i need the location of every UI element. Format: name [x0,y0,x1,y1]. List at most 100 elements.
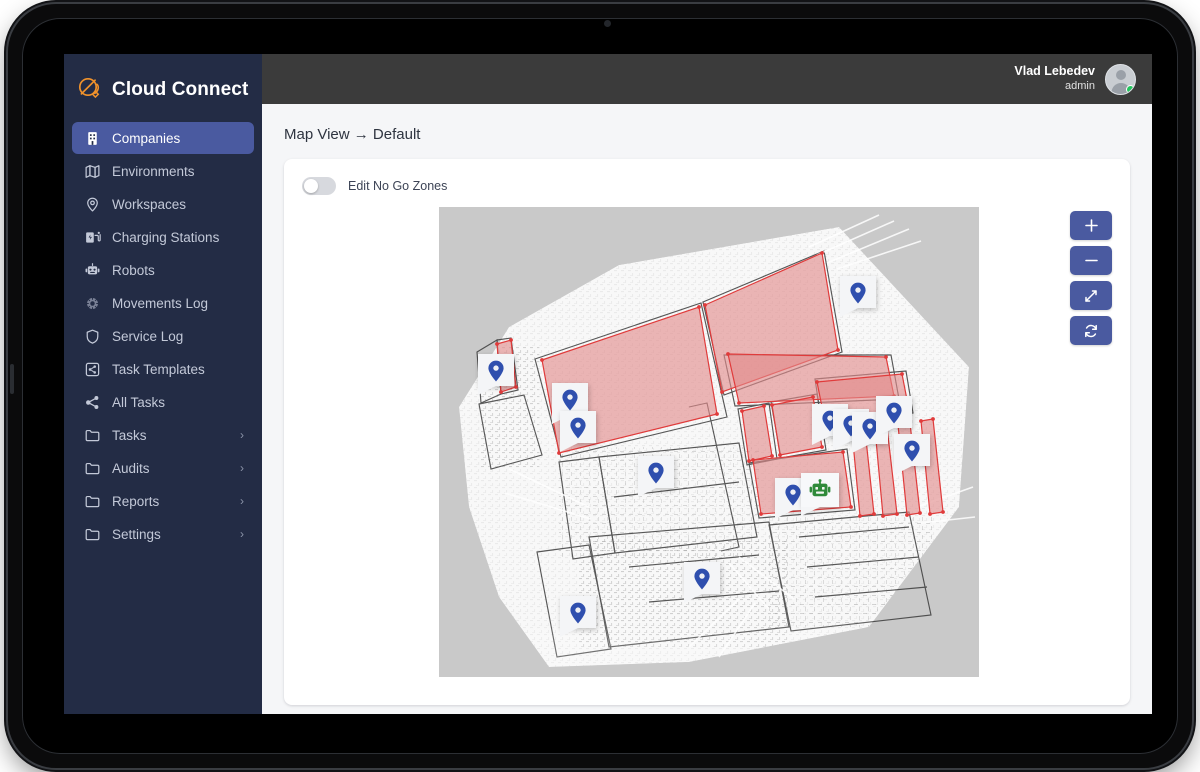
brand-logo[interactable]: Cloud Connect [64,68,262,112]
nogo-zone-vertex-handle[interactable] [759,512,763,516]
nogo-zone-vertex-handle[interactable] [715,412,719,416]
folder-icon [82,524,102,544]
nogo-zone-vertex-handle[interactable] [918,511,922,515]
waypoint-marker-3[interactable] [560,411,596,452]
folder-icon [82,458,102,478]
sidebar-item-label: Audits [112,460,150,476]
nogo-zone-vertex-handle[interactable] [905,513,909,517]
waypoint-marker-1[interactable] [478,354,514,395]
nogo-zone-vertex-handle[interactable] [762,404,766,408]
front-camera-icon [604,20,611,27]
nogo-zone-vertex-handle[interactable] [726,352,730,356]
brand-title: Cloud Connect [112,79,249,100]
sidebar-item-environments[interactable]: Environments [72,155,254,187]
map-pin-icon [784,484,802,506]
sidebar-nav: Companies Environments Workspaces Charging … [64,122,262,550]
refresh-button[interactable] [1070,316,1112,345]
sidebar-item-task-templates[interactable]: Task Templates [72,353,254,385]
online-status-indicator [1126,84,1135,94]
sidebar-item-label: All Tasks [112,394,166,410]
waypoint-marker-10[interactable] [894,434,930,475]
nogo-zone-vertex-handle[interactable] [931,417,935,421]
sidebar-item-companies[interactable]: Companies [72,122,254,154]
sidebar-item-audits[interactable]: Audits › [72,452,254,484]
waypoint-marker-13[interactable] [560,596,596,637]
nogo-zone-vertex-handle[interactable] [540,358,544,362]
device-side-button[interactable] [10,364,14,394]
sidebar-item-label: Charging Stations [112,229,220,245]
map-pin-icon [885,402,903,424]
nogo-zone-vertex-handle[interactable] [858,514,862,518]
nogo-zone-vertex-handle[interactable] [900,372,904,376]
nogo-zone-vertex-handle[interactable] [770,454,774,458]
sidebar-item-all-tasks[interactable]: All Tasks [72,386,254,418]
nogo-zone-vertex-handle[interactable] [495,342,499,346]
map-pin-icon [487,360,505,382]
user-info: Vlad Lebedev admin [1014,64,1095,93]
nogo-zone-vertex-handle[interactable] [751,458,755,462]
edit-nogo-zones-toggle[interactable] [302,177,336,195]
nogo-zone-vertex-handle[interactable] [747,459,751,463]
waypoint-marker-9[interactable] [876,396,912,437]
marker-tail [894,466,930,475]
marker-tail [852,444,888,453]
nogo-zone-vertex-handle[interactable] [884,355,888,359]
building-icon [82,128,102,148]
sidebar-item-charging-stations[interactable]: Charging Stations [72,221,254,253]
nogo-zone-vertex-handle[interactable] [872,512,876,516]
nogo-zone-vertex-handle[interactable] [737,401,741,405]
charging-station-icon [82,227,102,247]
nogo-zone-vertex-handle[interactable] [881,514,885,518]
sidebar-item-robots[interactable]: Robots [72,254,254,286]
chevron-right-icon: › [240,494,244,508]
nogo-zone-vertex-handle[interactable] [849,505,853,509]
nogo-zone-vertex-handle[interactable] [820,445,824,449]
nogo-zone-vertex-handle[interactable] [836,348,840,352]
waypoint-marker-12[interactable] [684,562,720,603]
nogo-zone-vertex-handle[interactable] [697,305,701,309]
nogo-zone-vertex-handle[interactable] [703,303,707,307]
nogo-zone-vertex-handle[interactable] [514,385,518,389]
sidebar-item-label: Service Log [112,328,184,344]
avatar[interactable] [1105,63,1136,95]
sidebar-item-workspaces[interactable]: Workspaces [72,188,254,220]
map-viewport[interactable] [439,207,979,677]
sidebar-item-movements-log[interactable]: Movements Log [72,287,254,319]
nogo-zone-vertex-handle[interactable] [720,390,724,394]
zoom-in-button[interactable] [1070,211,1112,240]
sidebar-item-service-log[interactable]: Service Log [72,320,254,352]
sidebar-item-label: Workspaces [112,196,187,212]
edit-nogo-zones-label: Edit No Go Zones [348,179,448,193]
marker-tail [840,308,876,317]
sidebar-item-reports[interactable]: Reports › [72,485,254,517]
waypoint-marker-4[interactable] [638,456,674,497]
user-menu[interactable]: Vlad Lebedev admin [1014,63,1136,95]
map-pin-icon [647,462,665,484]
robot-icon [82,260,102,280]
marker-tail [638,488,674,497]
toggle-knob [304,179,318,193]
folder-icon [82,425,102,445]
sidebar-item-tasks[interactable]: Tasks › [72,419,254,451]
nogo-zone-vertex-handle[interactable] [820,251,824,255]
fullscreen-button[interactable] [1070,281,1112,310]
nogo-zone-vertex-handle[interactable] [778,453,782,457]
nogo-zone-vertex-handle[interactable] [928,512,932,516]
waypoint-marker-5[interactable] [840,276,876,317]
zoom-out-button[interactable] [1070,246,1112,275]
chevron-right-icon: › [240,527,244,541]
nogo-zone-vertex-handle[interactable] [811,395,815,399]
nogo-zone-vertex-handle[interactable] [740,409,744,413]
robot-marker-1[interactable] [801,473,839,516]
nogo-zone-vertex-handle[interactable] [841,450,845,454]
marker-tail [560,628,596,637]
nogo-zone-vertex-handle[interactable] [941,510,945,514]
nogo-zone-vertex-handle[interactable] [815,380,819,384]
map-pin-icon [82,194,102,214]
nogo-zone-vertex-handle[interactable] [509,338,513,342]
edit-nogo-zones-row: Edit No Go Zones [302,175,1112,197]
sidebar-item-settings[interactable]: Settings › [72,518,254,550]
nogo-zone-vertex-handle[interactable] [919,419,923,423]
nogo-zone-vertex-handle[interactable] [770,403,774,407]
nogo-zone-vertex-handle[interactable] [895,512,899,516]
